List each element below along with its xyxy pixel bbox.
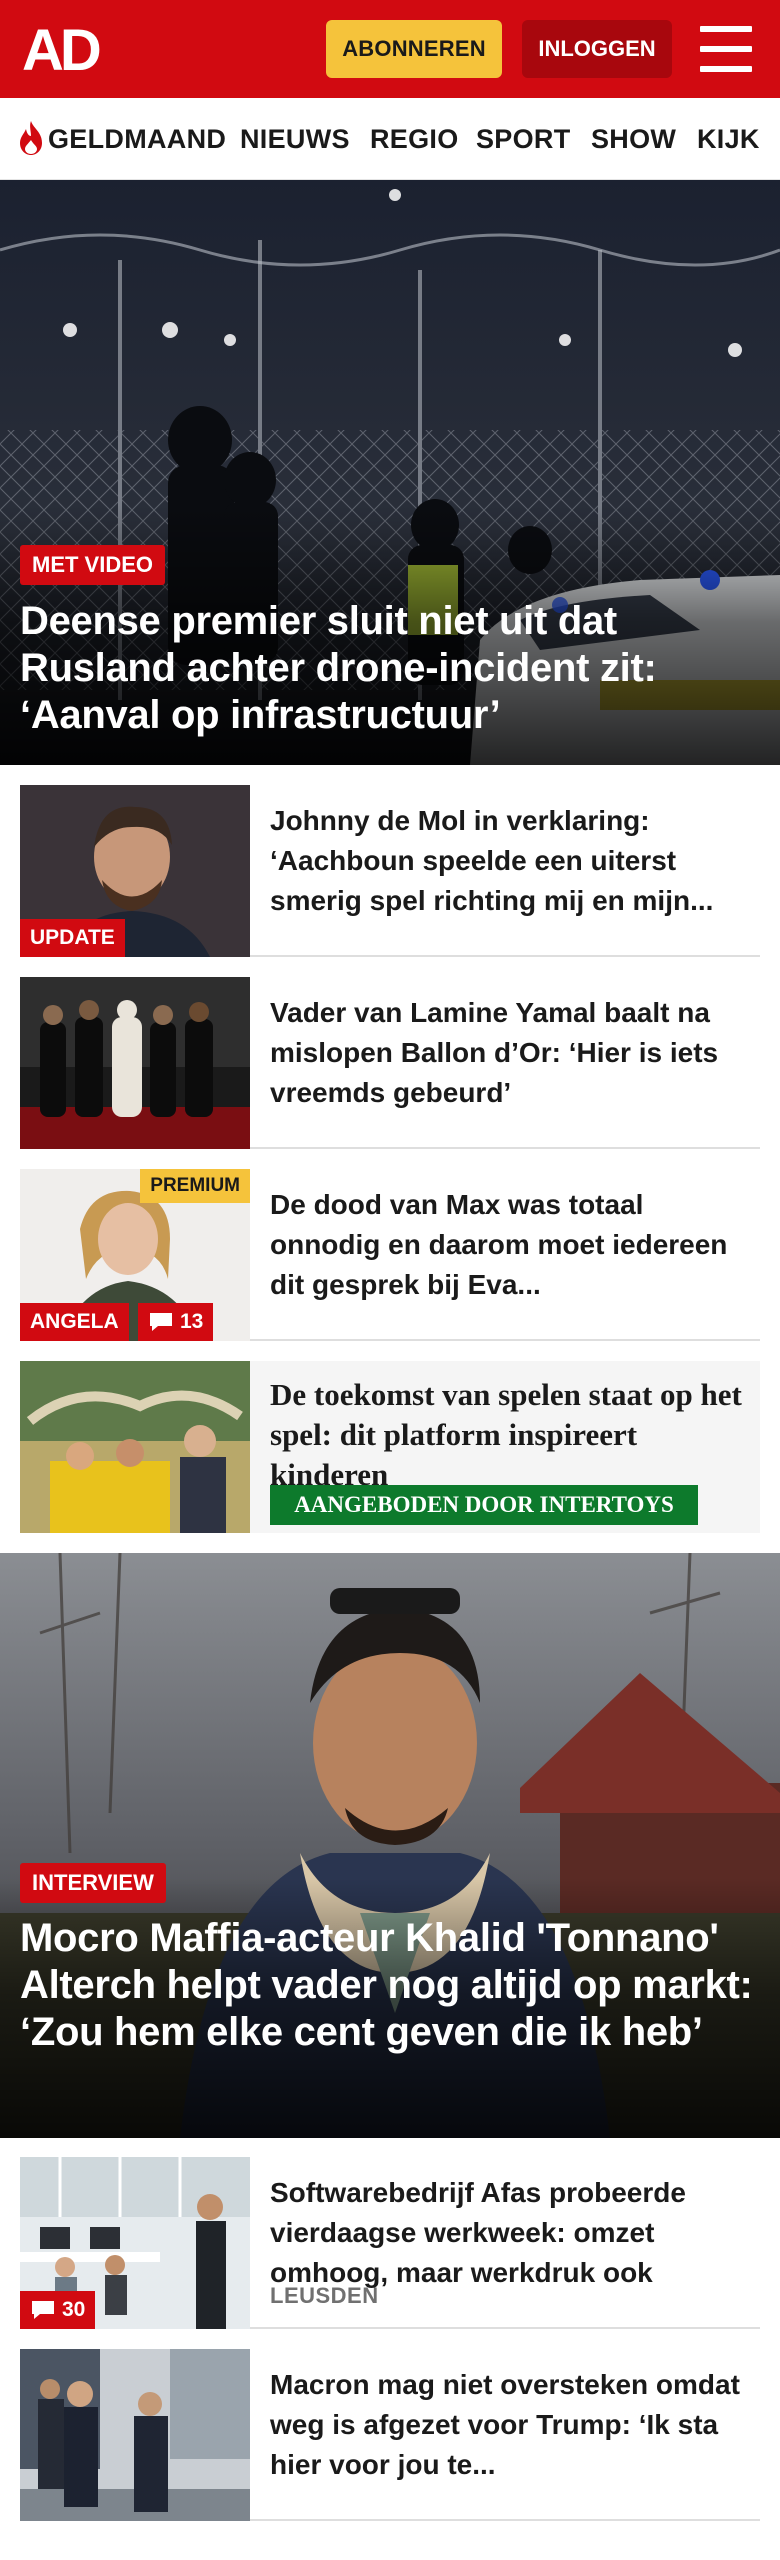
article-title[interactable]: Softwarebedrijf Afas probeerde vierdaags… <box>270 2173 750 2293</box>
svg-text:AD: AD <box>22 20 100 78</box>
hero-title[interactable]: Deense premier sluit niet uit dat Ruslan… <box>20 598 760 739</box>
interview-label: INTERVIEW <box>20 1863 166 1903</box>
article-thumbnail: UPDATE <box>20 785 250 957</box>
flame-icon <box>20 121 42 155</box>
hamburger-menu-icon[interactable] <box>700 26 752 72</box>
hero-title[interactable]: Mocro Maffia-acteur Khalid 'Tonnano' Alt… <box>20 1915 760 2056</box>
article-thumbnail: PREMIUM ANGELA 13 <box>20 1169 250 1341</box>
article-thumbnail <box>20 2349 250 2521</box>
comment-count: 13 <box>180 1310 204 1333</box>
video-label: MET VIDEO <box>20 545 166 585</box>
article-title[interactable]: De toekomst van spelen staat op het spel… <box>270 1375 750 1495</box>
nav-item-nieuws[interactable]: NIEUWS <box>240 124 350 155</box>
list-item-macron[interactable]: Macron mag niet oversteken omdat weg is … <box>20 2349 760 2521</box>
article-title[interactable]: Johnny de Mol in verklaring: ‘Aachboun s… <box>270 801 750 921</box>
nav-item-geldmaand[interactable]: GELDMAAND <box>48 124 226 155</box>
article-thumbnail: 30 <box>20 2157 250 2329</box>
comment-icon <box>150 1313 172 1331</box>
article-title[interactable]: Vader van Lamine Yamal baalt na mislopen… <box>270 993 750 1113</box>
location-label: LEUSDEN <box>270 2283 379 2308</box>
top-header: AD ABONNEREN INLOGGEN <box>0 0 780 98</box>
comment-icon <box>32 2301 54 2319</box>
list-item-angela-premium[interactable]: PREMIUM ANGELA 13 De dood van Max was to… <box>20 1169 760 1341</box>
sponsored-item-intertoys[interactable]: De toekomst van spelen staat op het spel… <box>20 1361 760 1533</box>
subscribe-button[interactable]: ABONNEREN <box>326 20 502 78</box>
nav-item-sport[interactable]: SPORT <box>476 124 571 155</box>
thumbnail-image-street <box>20 2349 250 2521</box>
author-label: ANGELA <box>20 1303 129 1341</box>
hero-article-interview[interactable]: INTERVIEW Mocro Maffia-acteur Khalid 'To… <box>0 1553 780 2138</box>
comment-count-badge[interactable]: 13 <box>138 1303 214 1341</box>
article-thumbnail <box>20 977 250 1149</box>
comment-count-badge[interactable]: 30 <box>20 2291 96 2329</box>
thumbnail-image-kids-playing <box>20 1361 250 1533</box>
section-nav: GELDMAAND NIEUWS REGIO SPORT SHOW KIJK <box>0 98 780 180</box>
list-item-johnny-de-mol[interactable]: UPDATE Johnny de Mol in verklaring: ‘Aac… <box>20 785 760 957</box>
article-title[interactable]: De dood van Max was totaal onnodig en da… <box>270 1185 750 1305</box>
premium-badge: PREMIUM <box>140 1169 250 1203</box>
list-item-afas[interactable]: 30 Softwarebedrijf Afas probeerde vierda… <box>20 2157 760 2329</box>
list-item-lamine-yamal[interactable]: Vader van Lamine Yamal baalt na mislopen… <box>20 977 760 1149</box>
article-thumbnail <box>20 1361 250 1533</box>
hero-article-drone[interactable]: MET VIDEO Deense premier sluit niet uit … <box>0 180 780 765</box>
login-button[interactable]: INLOGGEN <box>522 20 672 78</box>
comment-count: 30 <box>62 2298 86 2321</box>
ad-logo[interactable]: AD <box>22 20 118 78</box>
sponsored-label: AANGEBODEN DOOR INTERTOYS <box>270 1485 698 1525</box>
article-title[interactable]: Macron mag niet oversteken omdat weg is … <box>270 2365 750 2485</box>
nav-item-show[interactable]: SHOW <box>591 124 676 155</box>
thumbnail-image-red-carpet <box>20 977 250 1149</box>
nav-item-kijk[interactable]: KIJK <box>697 124 760 155</box>
nav-item-regio[interactable]: REGIO <box>370 124 459 155</box>
update-label: UPDATE <box>20 919 125 957</box>
